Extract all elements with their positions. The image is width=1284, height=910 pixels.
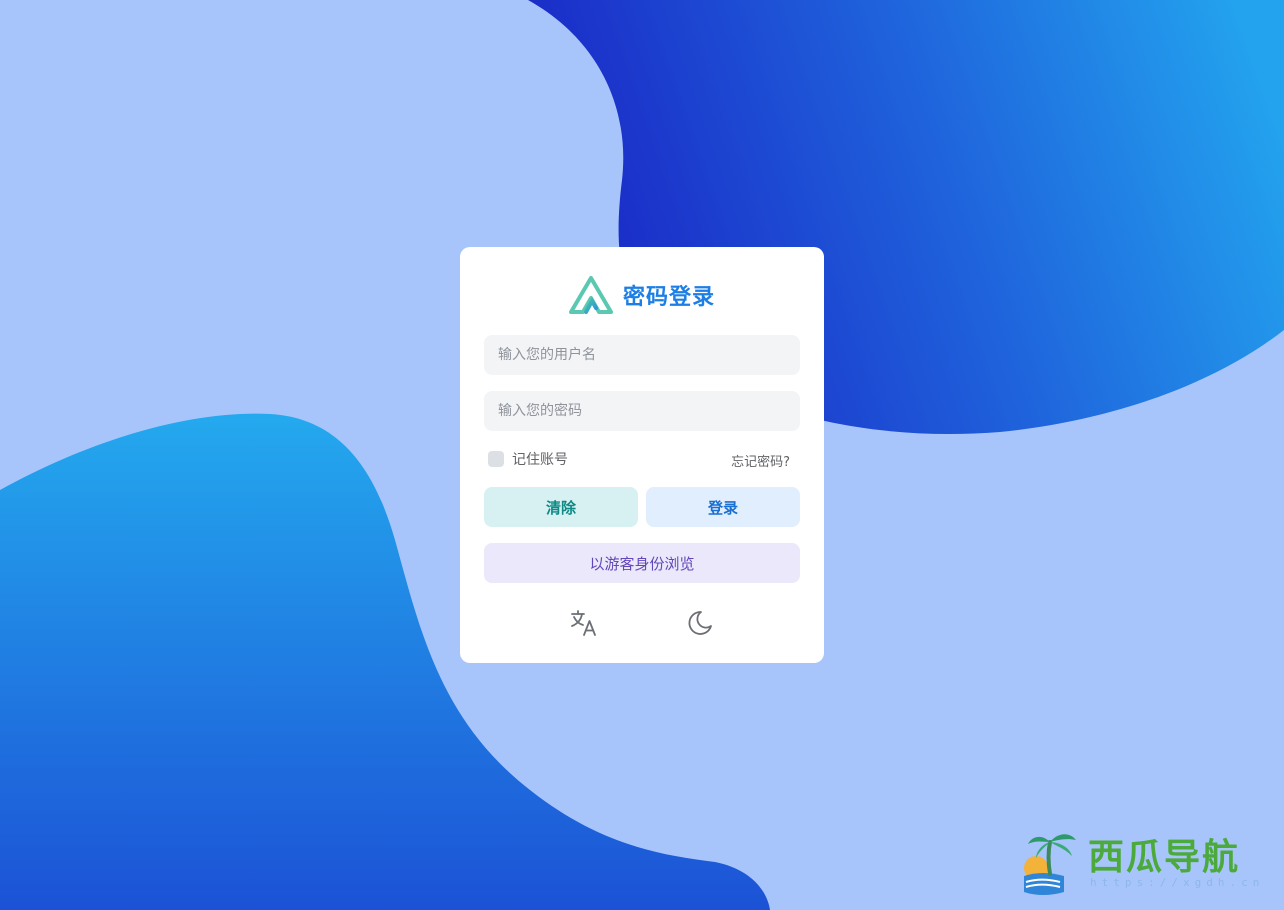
clear-button[interactable]: 清除	[484, 487, 638, 527]
page-title: 密码登录	[622, 285, 715, 310]
watermark-url: https://xgdh.cn	[1090, 876, 1265, 889]
moon-icon	[688, 611, 712, 635]
login-button[interactable]: 登录	[646, 487, 800, 527]
forgot-password-link[interactable]: 忘记密码?	[731, 451, 790, 470]
username-input[interactable]	[484, 335, 800, 375]
watermark: 西瓜导航 https://xgdh.cn	[1020, 824, 1270, 900]
translate-icon	[571, 610, 596, 636]
logo-icon	[568, 276, 613, 314]
remember-checkbox[interactable]	[488, 451, 504, 467]
login-card: 密码登录 记住账号 忘记密码? 清除 登录 以游客身份浏览	[460, 247, 824, 663]
card-header: 密码登录	[460, 274, 824, 316]
theme-toggle-button[interactable]	[684, 607, 716, 639]
password-input[interactable]	[484, 391, 800, 431]
watermark-name: 西瓜导航	[1088, 836, 1241, 878]
guest-browse-button[interactable]: 以游客身份浏览	[484, 543, 800, 583]
remember-account-toggle[interactable]: 记住账号	[488, 449, 568, 469]
remember-label: 记住账号	[512, 452, 568, 468]
palm-logo-icon	[1024, 834, 1076, 895]
language-button[interactable]	[568, 607, 600, 639]
login-page: 密码登录 记住账号 忘记密码? 清除 登录 以游客身份浏览	[0, 0, 1284, 910]
